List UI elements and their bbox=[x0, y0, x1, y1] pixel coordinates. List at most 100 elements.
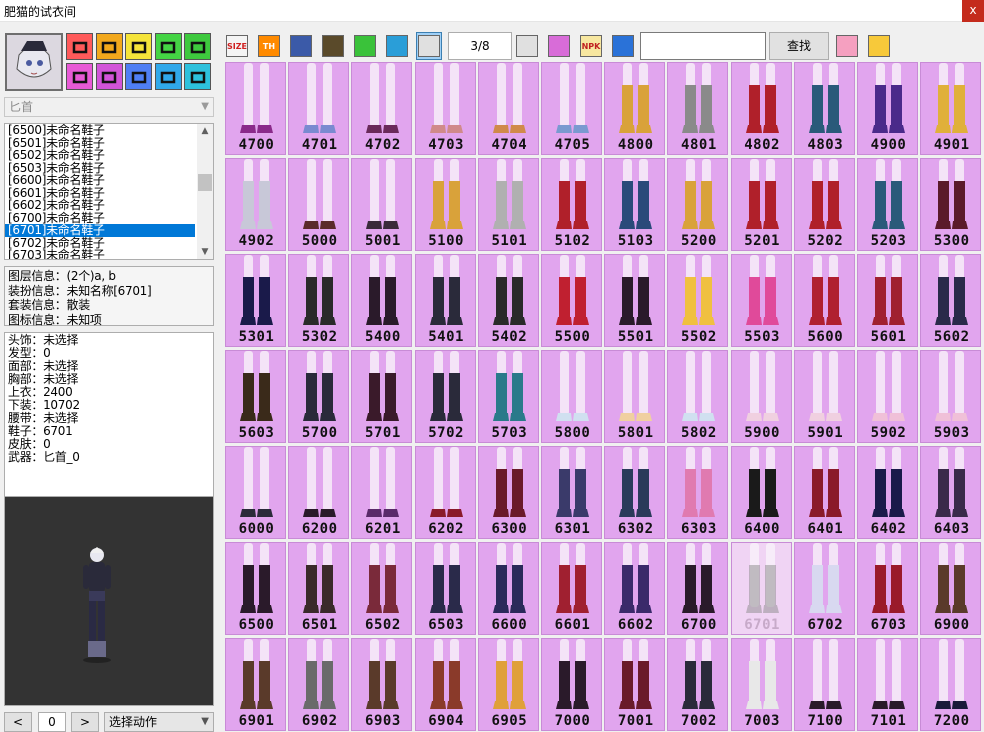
item-cell[interactable]: 5400 bbox=[351, 254, 413, 347]
item-cell[interactable]: 6903 bbox=[351, 638, 413, 731]
item-cell[interactable]: 6400 bbox=[730, 446, 792, 539]
item-cell[interactable]: 5602 bbox=[920, 254, 982, 347]
item-cell[interactable]: 6902 bbox=[288, 638, 350, 731]
item-cell[interactable]: 5901 bbox=[793, 350, 855, 443]
category-button[interactable] bbox=[95, 63, 123, 90]
import-button[interactable] bbox=[416, 32, 442, 60]
category-button[interactable] bbox=[154, 33, 182, 60]
item-cell[interactable]: 5203 bbox=[857, 158, 918, 251]
item-cell[interactable]: 5603 bbox=[225, 350, 286, 443]
item-cell[interactable]: 5200 bbox=[667, 158, 729, 251]
category-button[interactable] bbox=[184, 63, 211, 90]
item-cell[interactable]: 6502 bbox=[351, 542, 413, 635]
item-cell[interactable]: 7100 bbox=[793, 638, 855, 731]
item-cell[interactable]: 5402 bbox=[477, 254, 539, 347]
item-cell[interactable]: 6904 bbox=[414, 638, 476, 731]
item-cell[interactable]: 5101 bbox=[477, 158, 539, 251]
item-cell[interactable]: 6703 bbox=[857, 542, 918, 635]
item-cell[interactable]: 5300 bbox=[920, 158, 982, 251]
item-cell[interactable]: 4703 bbox=[414, 62, 476, 155]
list-item[interactable]: [6701]未命名鞋子 bbox=[5, 224, 195, 237]
item-cell[interactable]: 5301 bbox=[225, 254, 286, 347]
weapon-dropdown[interactable]: 匕首 ▼ bbox=[4, 97, 214, 117]
item-cell[interactable]: 6700 bbox=[667, 542, 729, 635]
item-cell[interactable]: 6702 bbox=[793, 542, 855, 635]
item-cell[interactable]: 5302 bbox=[288, 254, 350, 347]
item-cell[interactable]: 6000 bbox=[225, 446, 286, 539]
item-cell[interactable]: 4801 bbox=[667, 62, 729, 155]
item-cell[interactable]: 5801 bbox=[604, 350, 666, 443]
item-cell[interactable]: 6303 bbox=[667, 446, 729, 539]
item-cell[interactable]: 4701 bbox=[288, 62, 350, 155]
item-cell[interactable]: 4803 bbox=[793, 62, 855, 155]
item-cell[interactable]: 4702 bbox=[351, 62, 413, 155]
item-cell[interactable]: 6202 bbox=[414, 446, 476, 539]
item-cell[interactable]: 5902 bbox=[857, 350, 918, 443]
item-cell[interactable]: 7001 bbox=[604, 638, 666, 731]
scroll-down-icon[interactable]: ▼ bbox=[197, 245, 213, 259]
scroll-thumb[interactable] bbox=[198, 174, 212, 191]
item-cell[interactable]: 4705 bbox=[541, 62, 602, 155]
item-cell[interactable]: 6905 bbox=[477, 638, 539, 731]
item-cell[interactable]: 6201 bbox=[351, 446, 413, 539]
action-select[interactable]: 选择动作 ▼ bbox=[104, 712, 214, 732]
export-button[interactable] bbox=[514, 32, 540, 60]
item-cell[interactable]: 6602 bbox=[604, 542, 666, 635]
item-cell[interactable]: 5001 bbox=[351, 158, 413, 251]
item-cell[interactable]: 5703 bbox=[477, 350, 539, 443]
item-cell[interactable]: 6200 bbox=[288, 446, 350, 539]
frame-index-field[interactable]: 0 bbox=[38, 712, 66, 732]
refresh-button[interactable] bbox=[384, 32, 410, 60]
list-item[interactable]: [6602]未命名鞋子 bbox=[5, 199, 195, 212]
item-cell[interactable]: 6601 bbox=[541, 542, 602, 635]
item-cell[interactable]: 5503 bbox=[730, 254, 792, 347]
item-cell[interactable]: 5103 bbox=[604, 158, 666, 251]
search-button[interactable]: 查找 bbox=[769, 32, 829, 60]
shuffle-button[interactable] bbox=[834, 32, 860, 60]
item-cell[interactable]: 6901 bbox=[225, 638, 286, 731]
item-cell[interactable]: 5201 bbox=[730, 158, 792, 251]
item-cell[interactable]: 6701 bbox=[730, 542, 792, 635]
book-button[interactable] bbox=[288, 32, 314, 60]
list-scrollbar[interactable]: ▲ ▼ bbox=[197, 124, 213, 259]
item-cell[interactable]: 5501 bbox=[604, 254, 666, 347]
item-cell[interactable]: 6402 bbox=[857, 446, 918, 539]
category-button[interactable] bbox=[95, 33, 123, 60]
item-cell[interactable]: 4802 bbox=[730, 62, 792, 155]
gift-button[interactable] bbox=[546, 32, 572, 60]
list-item[interactable]: [6600]未命名鞋子 bbox=[5, 174, 195, 187]
category-button[interactable] bbox=[154, 63, 182, 90]
film-button[interactable] bbox=[320, 32, 346, 60]
item-cell[interactable]: 6401 bbox=[793, 446, 855, 539]
category-button[interactable] bbox=[66, 33, 93, 60]
item-cell[interactable]: 5700 bbox=[288, 350, 350, 443]
item-cell[interactable]: 7200 bbox=[920, 638, 982, 731]
item-cell[interactable]: 6403 bbox=[920, 446, 982, 539]
item-cell[interactable]: 5701 bbox=[351, 350, 413, 443]
item-cell[interactable]: 6600 bbox=[477, 542, 539, 635]
item-cell[interactable]: 4700 bbox=[225, 62, 286, 155]
item-cell[interactable]: 5202 bbox=[793, 158, 855, 251]
prev-frame-button[interactable]: < bbox=[4, 712, 32, 732]
item-cell[interactable]: 5900 bbox=[730, 350, 792, 443]
settings-button[interactable] bbox=[866, 32, 892, 60]
item-cell[interactable]: 5502 bbox=[667, 254, 729, 347]
item-cell[interactable]: 6503 bbox=[414, 542, 476, 635]
npk-button[interactable]: NPK bbox=[578, 32, 604, 60]
item-cell[interactable]: 4900 bbox=[857, 62, 918, 155]
item-cell[interactable]: 5903 bbox=[920, 350, 982, 443]
item-cell[interactable]: 7002 bbox=[667, 638, 729, 731]
close-button[interactable]: x bbox=[962, 0, 984, 22]
search-input[interactable] bbox=[640, 32, 766, 60]
item-cell[interactable]: 6501 bbox=[288, 542, 350, 635]
item-cell[interactable]: 5600 bbox=[793, 254, 855, 347]
category-button[interactable] bbox=[66, 63, 93, 90]
category-button[interactable] bbox=[125, 63, 152, 90]
item-cell[interactable]: 6300 bbox=[477, 446, 539, 539]
list-item[interactable]: [6500]未命名鞋子 bbox=[5, 124, 195, 137]
th-button[interactable]: TH bbox=[256, 32, 282, 60]
item-cell[interactable]: 6500 bbox=[225, 542, 286, 635]
list-item[interactable]: [6502]未命名鞋子 bbox=[5, 149, 195, 162]
item-cell[interactable]: 5702 bbox=[414, 350, 476, 443]
item-cell[interactable]: 5100 bbox=[414, 158, 476, 251]
